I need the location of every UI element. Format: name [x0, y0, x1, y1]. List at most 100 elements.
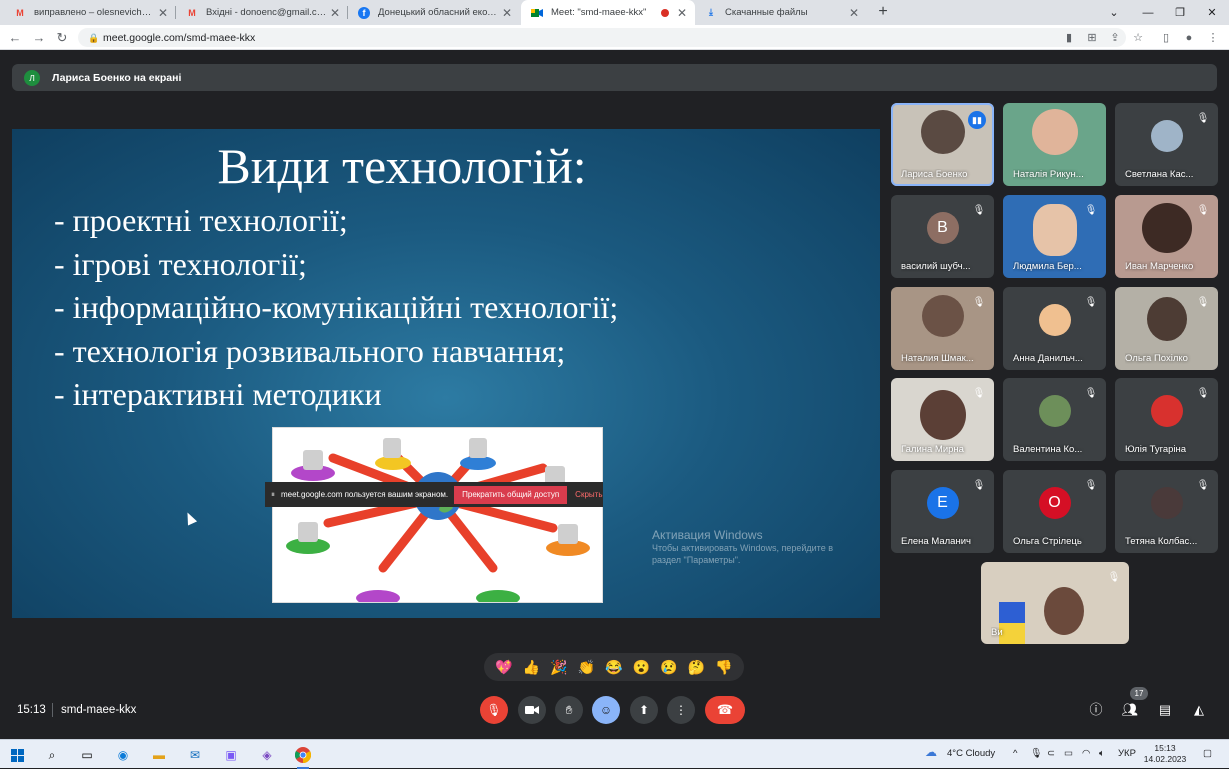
volume-icon[interactable]: 🔈︎	[1099, 748, 1105, 759]
viber-icon[interactable]: ◈	[256, 744, 278, 766]
present-screen-button[interactable]: ⬆	[630, 696, 658, 724]
participant-tile[interactable]: 🎙︎ Галина Мирна	[891, 378, 994, 461]
stop-sharing-button[interactable]: Прекратить общий доступ	[454, 485, 568, 504]
close-icon[interactable]: ✕	[500, 6, 514, 20]
more-options-button[interactable]: ⋮	[667, 696, 695, 724]
participant-tile[interactable]: 🎙︎ Людмила Бер...	[1003, 195, 1106, 278]
app-p-icon[interactable]: ▣	[220, 744, 242, 766]
mic-tray-icon[interactable]: 🎙︎	[1030, 748, 1042, 759]
file-explorer-icon[interactable]: ▬	[148, 744, 170, 766]
search-icon[interactable]: ⌕	[41, 744, 63, 766]
forward-icon[interactable]: →	[30, 29, 48, 47]
activities-icon[interactable]: ◭	[1189, 700, 1209, 720]
edge-icon[interactable]: ◉	[112, 744, 134, 766]
participant-tile[interactable]: Наталія Рикун...	[1003, 103, 1106, 186]
reaction-laugh-icon[interactable]: 😂	[605, 659, 622, 676]
slide-list-item: - інтерактивні методики	[54, 376, 382, 412]
translate-icon[interactable]: ⊞	[1083, 29, 1101, 47]
reaction-thumbs-up-icon[interactable]: 👍	[523, 659, 540, 676]
task-view-icon[interactable]: ▭	[76, 744, 98, 766]
share-icon[interactable]: ⇪	[1106, 29, 1124, 47]
mic-toggle-button[interactable]: 🎙︎	[480, 696, 508, 724]
mic-off-icon: 🎙︎	[1084, 297, 1098, 308]
camera-in-use-icon[interactable]: ▮	[1060, 29, 1078, 47]
menu-dots-icon[interactable]: ⋮	[1204, 29, 1222, 47]
participant-tile[interactable]: B 🎙︎ василий шубч...	[891, 195, 994, 278]
tab-facebook[interactable]: f Донецький обласний еколого-натуралісти…	[348, 0, 520, 25]
tab-gmail-1[interactable]: M виправлено – olesnevich88a@gmail.com ✕	[4, 0, 176, 25]
people-icon[interactable]: 👥︎	[1120, 700, 1140, 720]
notifications-icon[interactable]: ▢	[1203, 748, 1212, 759]
mail-icon[interactable]: ✉	[184, 744, 206, 766]
close-icon[interactable]: ✕	[675, 6, 689, 20]
shared-screen[interactable]: Види технологій: - проектні технології; …	[12, 129, 880, 618]
taskbar-date: 14.02.2023	[1143, 754, 1187, 764]
participant-tile[interactable]: ▮▮ Лариса Боенко	[891, 103, 994, 186]
new-tab-button[interactable]: +	[874, 3, 892, 21]
mic-off-icon: 🎙︎	[1084, 388, 1098, 399]
close-window-button[interactable]: ✕	[1195, 0, 1229, 25]
participant-name: Анна Данильч...	[1013, 353, 1083, 364]
taskbar-clock[interactable]: 15:13 14.02.2023	[1143, 743, 1187, 765]
address-bar[interactable]: 🔒 meet.google.com/smd-maee-kkx	[78, 28, 1126, 47]
activation-line: раздел "Параметры".	[652, 555, 741, 565]
reaction-thinking-icon[interactable]: 🤔	[688, 659, 705, 676]
reaction-sad-icon[interactable]: 😢	[660, 659, 677, 676]
participant-tile[interactable]: 🎙︎ Светлана Кас...	[1115, 103, 1218, 186]
back-icon[interactable]: ←	[6, 29, 24, 47]
tab-search-icon[interactable]: ⌄	[1097, 0, 1131, 25]
participant-tile[interactable]: 🎙︎ Наталия Шмак...	[891, 287, 994, 370]
close-icon[interactable]: ✕	[328, 6, 342, 20]
tab-gmail-2[interactable]: M Вхідні - donoenc@gmail.com - Gmail ✕	[176, 0, 348, 25]
meeting-info-icon[interactable]: ⓘ	[1086, 700, 1106, 720]
close-icon[interactable]: ✕	[847, 6, 861, 20]
mic-off-icon: 🎙︎	[972, 388, 986, 399]
participant-tile[interactable]: O 🎙︎ Ольга Стрілець	[1003, 470, 1106, 553]
participant-tile[interactable]: 🎙︎ Юлія Тугаріна	[1115, 378, 1218, 461]
close-icon[interactable]: ✕	[156, 6, 170, 20]
reaction-surprised-icon[interactable]: 😮	[633, 659, 650, 676]
minimize-button[interactable]: —	[1131, 0, 1165, 25]
participant-tile[interactable]: 🎙︎ Анна Данильч...	[1003, 287, 1106, 370]
camera-toggle-button[interactable]	[518, 696, 546, 724]
chrome-icon[interactable]	[292, 744, 314, 769]
tab-meet[interactable]: Meet: "smd-maee-kkx" ✕	[521, 0, 695, 25]
hide-notice-button[interactable]: Скрыть	[575, 490, 602, 499]
language-indicator[interactable]: УКР	[1118, 748, 1136, 759]
reaction-thumbs-down-icon[interactable]: 👎	[715, 659, 732, 676]
chat-icon[interactable]: ▤	[1155, 700, 1175, 720]
tab-title: Meet: "smd-maee-kkx"	[551, 7, 647, 18]
profile-avatar-icon[interactable]: ●	[1180, 29, 1198, 47]
participant-avatar	[1150, 120, 1183, 153]
reaction-party-icon[interactable]: 🎉	[550, 659, 567, 676]
participant-tile[interactable]: E 🎙︎ Елена Маланич	[891, 470, 994, 553]
reload-icon[interactable]: ↻	[53, 29, 71, 47]
wifi-icon[interactable]: ◠	[1082, 748, 1090, 759]
slide-list-item: - інформаційно-комунікаційні технології;	[54, 289, 619, 325]
self-view-tile[interactable]: 🎙︎ Ви	[981, 562, 1129, 644]
tab-downloads[interactable]: ⤓ Скачанные файлы ✕	[695, 0, 867, 25]
tray-expand-icon[interactable]: ^	[1013, 748, 1017, 759]
windows-start-icon[interactable]	[6, 744, 28, 766]
restore-button[interactable]: ❐	[1163, 0, 1197, 25]
battery-icon[interactable]: ▭	[1064, 748, 1073, 759]
pause-icon: ⏸	[271, 489, 275, 499]
participant-tile[interactable]: 🎙︎ Иван Марченко	[1115, 195, 1218, 278]
leave-call-button[interactable]: ☎	[705, 696, 745, 724]
windows-activation-watermark: Активация Windows Чтобы активировать Win…	[652, 529, 833, 566]
mic-off-icon: 🎙︎	[972, 480, 986, 491]
reaction-clap-icon[interactable]: 👏	[578, 659, 595, 676]
raise-hand-button[interactable]: ✋︎	[555, 696, 583, 724]
participant-tile[interactable]: 🎙︎ Ольга Похілко	[1115, 287, 1218, 370]
weather-text[interactable]: 4°C Cloudy	[947, 748, 995, 759]
reactions-button[interactable]: ☺	[592, 696, 620, 724]
side-panel-icon[interactable]: ▯	[1157, 29, 1175, 47]
participant-tile[interactable]: 🎙︎ Валентина Ко...	[1003, 378, 1106, 461]
lock-icon[interactable]: 🔒	[88, 33, 99, 43]
participant-tile[interactable]: 🎙︎ Тетяна Колбас...	[1115, 470, 1218, 553]
bookmark-star-icon[interactable]: ☆	[1129, 29, 1147, 47]
mic-off-icon: 🎙︎	[1196, 205, 1210, 216]
usb-icon[interactable]: ⊂	[1047, 748, 1055, 759]
reaction-heart-icon[interactable]: 💖	[495, 659, 512, 676]
meet-icon	[531, 7, 543, 19]
